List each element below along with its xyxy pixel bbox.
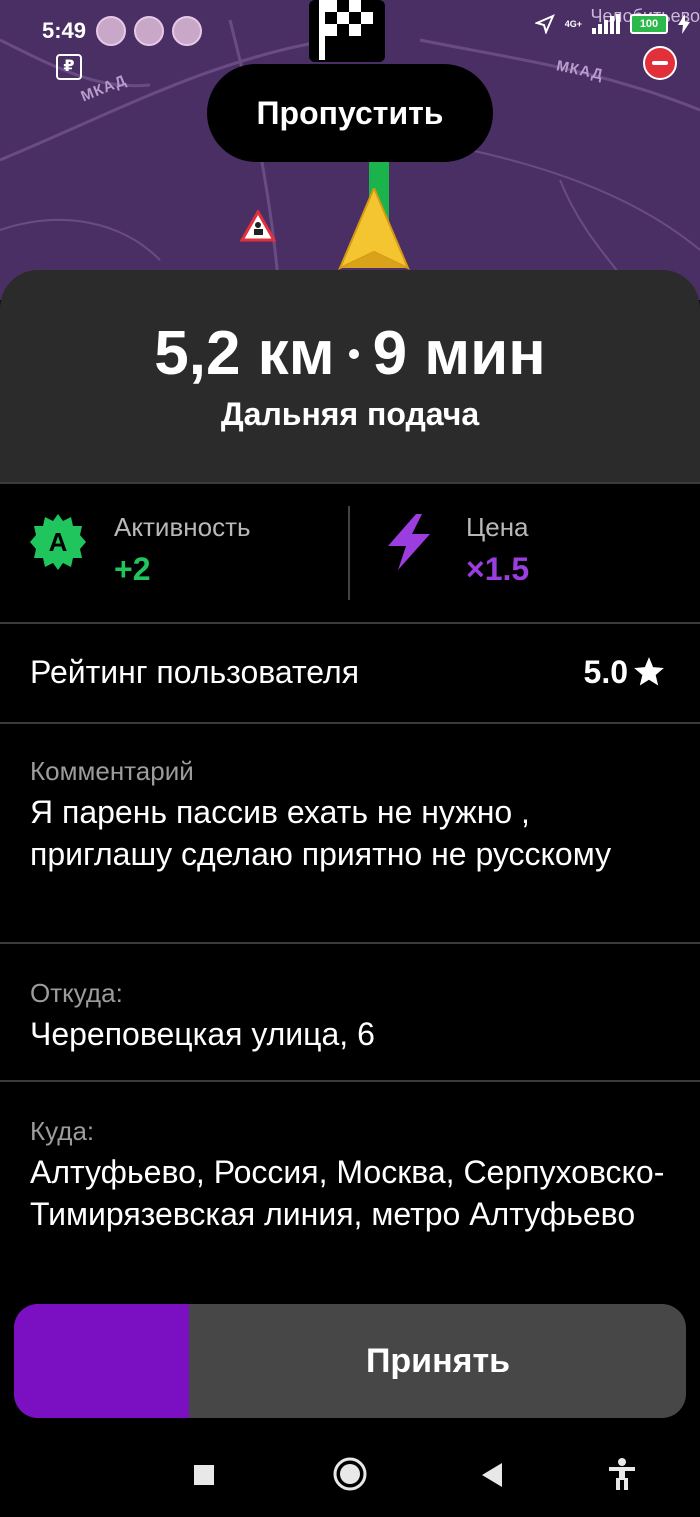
charging-icon xyxy=(678,14,690,34)
signal-icon xyxy=(592,14,620,34)
accept-label: Принять xyxy=(365,1341,511,1380)
trip-duration: 9 мин xyxy=(372,319,546,388)
home-circle-icon[interactable] xyxy=(332,1456,368,1492)
status-time: 5:49 xyxy=(42,18,87,43)
location-arrow-icon xyxy=(534,14,555,34)
status-bar: 5:49 ₽ Челобитьево 4G+ 100 xyxy=(0,0,700,80)
activity-stat: Активность +2 xyxy=(114,512,251,588)
from-caption: Откуда: xyxy=(30,978,123,1008)
stats-divider xyxy=(348,506,350,600)
rating-value: 5.0 xyxy=(583,653,628,690)
accessibility-icon[interactable] xyxy=(608,1458,636,1490)
navigation-arrow-icon xyxy=(338,188,410,271)
network-type: 4G+ xyxy=(564,19,582,29)
system-nav-bar xyxy=(0,1430,700,1517)
trip-summary-panel: 5,2 км 9 мин Дальняя подача xyxy=(0,270,700,482)
separator-dot xyxy=(348,348,359,359)
stats-row: А Активность +2 Цена ×1.5 xyxy=(0,482,700,624)
rating-value-group: 5.0 xyxy=(584,654,666,691)
comment-caption: Комментарий xyxy=(30,756,194,786)
from-section: Откуда: Череповецкая улица, 6 xyxy=(0,944,700,1082)
rating-label: Рейтинг пользователя xyxy=(30,653,360,690)
price-stat: Цена ×1.5 xyxy=(466,512,529,588)
to-caption: Куда: xyxy=(30,1116,95,1146)
activity-badge-letter: А xyxy=(49,527,68,557)
lightning-icon xyxy=(388,514,430,570)
star-icon xyxy=(634,657,664,686)
comment-section: Комментарий Я парень пассив ехать не нуж… xyxy=(0,724,700,944)
from-address: Череповецкая улица, 6 xyxy=(30,1016,375,1052)
ruble-icon: ₽ xyxy=(56,54,82,80)
user-rating-row: Рейтинг пользователя 5.0 xyxy=(0,622,700,724)
trip-subtitle: Дальняя подача xyxy=(220,396,480,432)
avatar xyxy=(172,16,202,46)
back-triangle-icon[interactable] xyxy=(480,1462,504,1488)
accept-progress-fill xyxy=(14,1304,189,1418)
avatar xyxy=(134,16,164,46)
to-section: Куда: Алтуфьево, Россия, Москва, Серпухо… xyxy=(0,1082,700,1282)
price-label: Цена xyxy=(466,512,529,542)
activity-label: Активность xyxy=(114,512,251,542)
price-value: ×1.5 xyxy=(466,551,530,587)
battery-icon: 100 xyxy=(630,14,668,34)
square-icon[interactable] xyxy=(193,1464,215,1486)
activity-badge-icon: А xyxy=(30,514,86,570)
trip-distance: 5,2 км xyxy=(154,319,335,388)
to-address: Алтуфьево, Россия, Москва, Серпуховско-Т… xyxy=(30,1154,665,1232)
roadworks-sign-icon xyxy=(240,210,276,242)
trip-distance-duration: 5,2 км 9 мин xyxy=(0,318,700,390)
accept-button[interactable]: Принять xyxy=(14,1304,686,1418)
status-icons: 4G+ 100 xyxy=(534,14,690,34)
avatar xyxy=(96,16,126,46)
skip-button[interactable]: Пропустить xyxy=(207,64,493,162)
notification-avatars xyxy=(96,16,202,46)
comment-text: Я парень пассив ехать не нужно , приглаш… xyxy=(30,794,612,872)
activity-value: +2 xyxy=(114,551,151,587)
